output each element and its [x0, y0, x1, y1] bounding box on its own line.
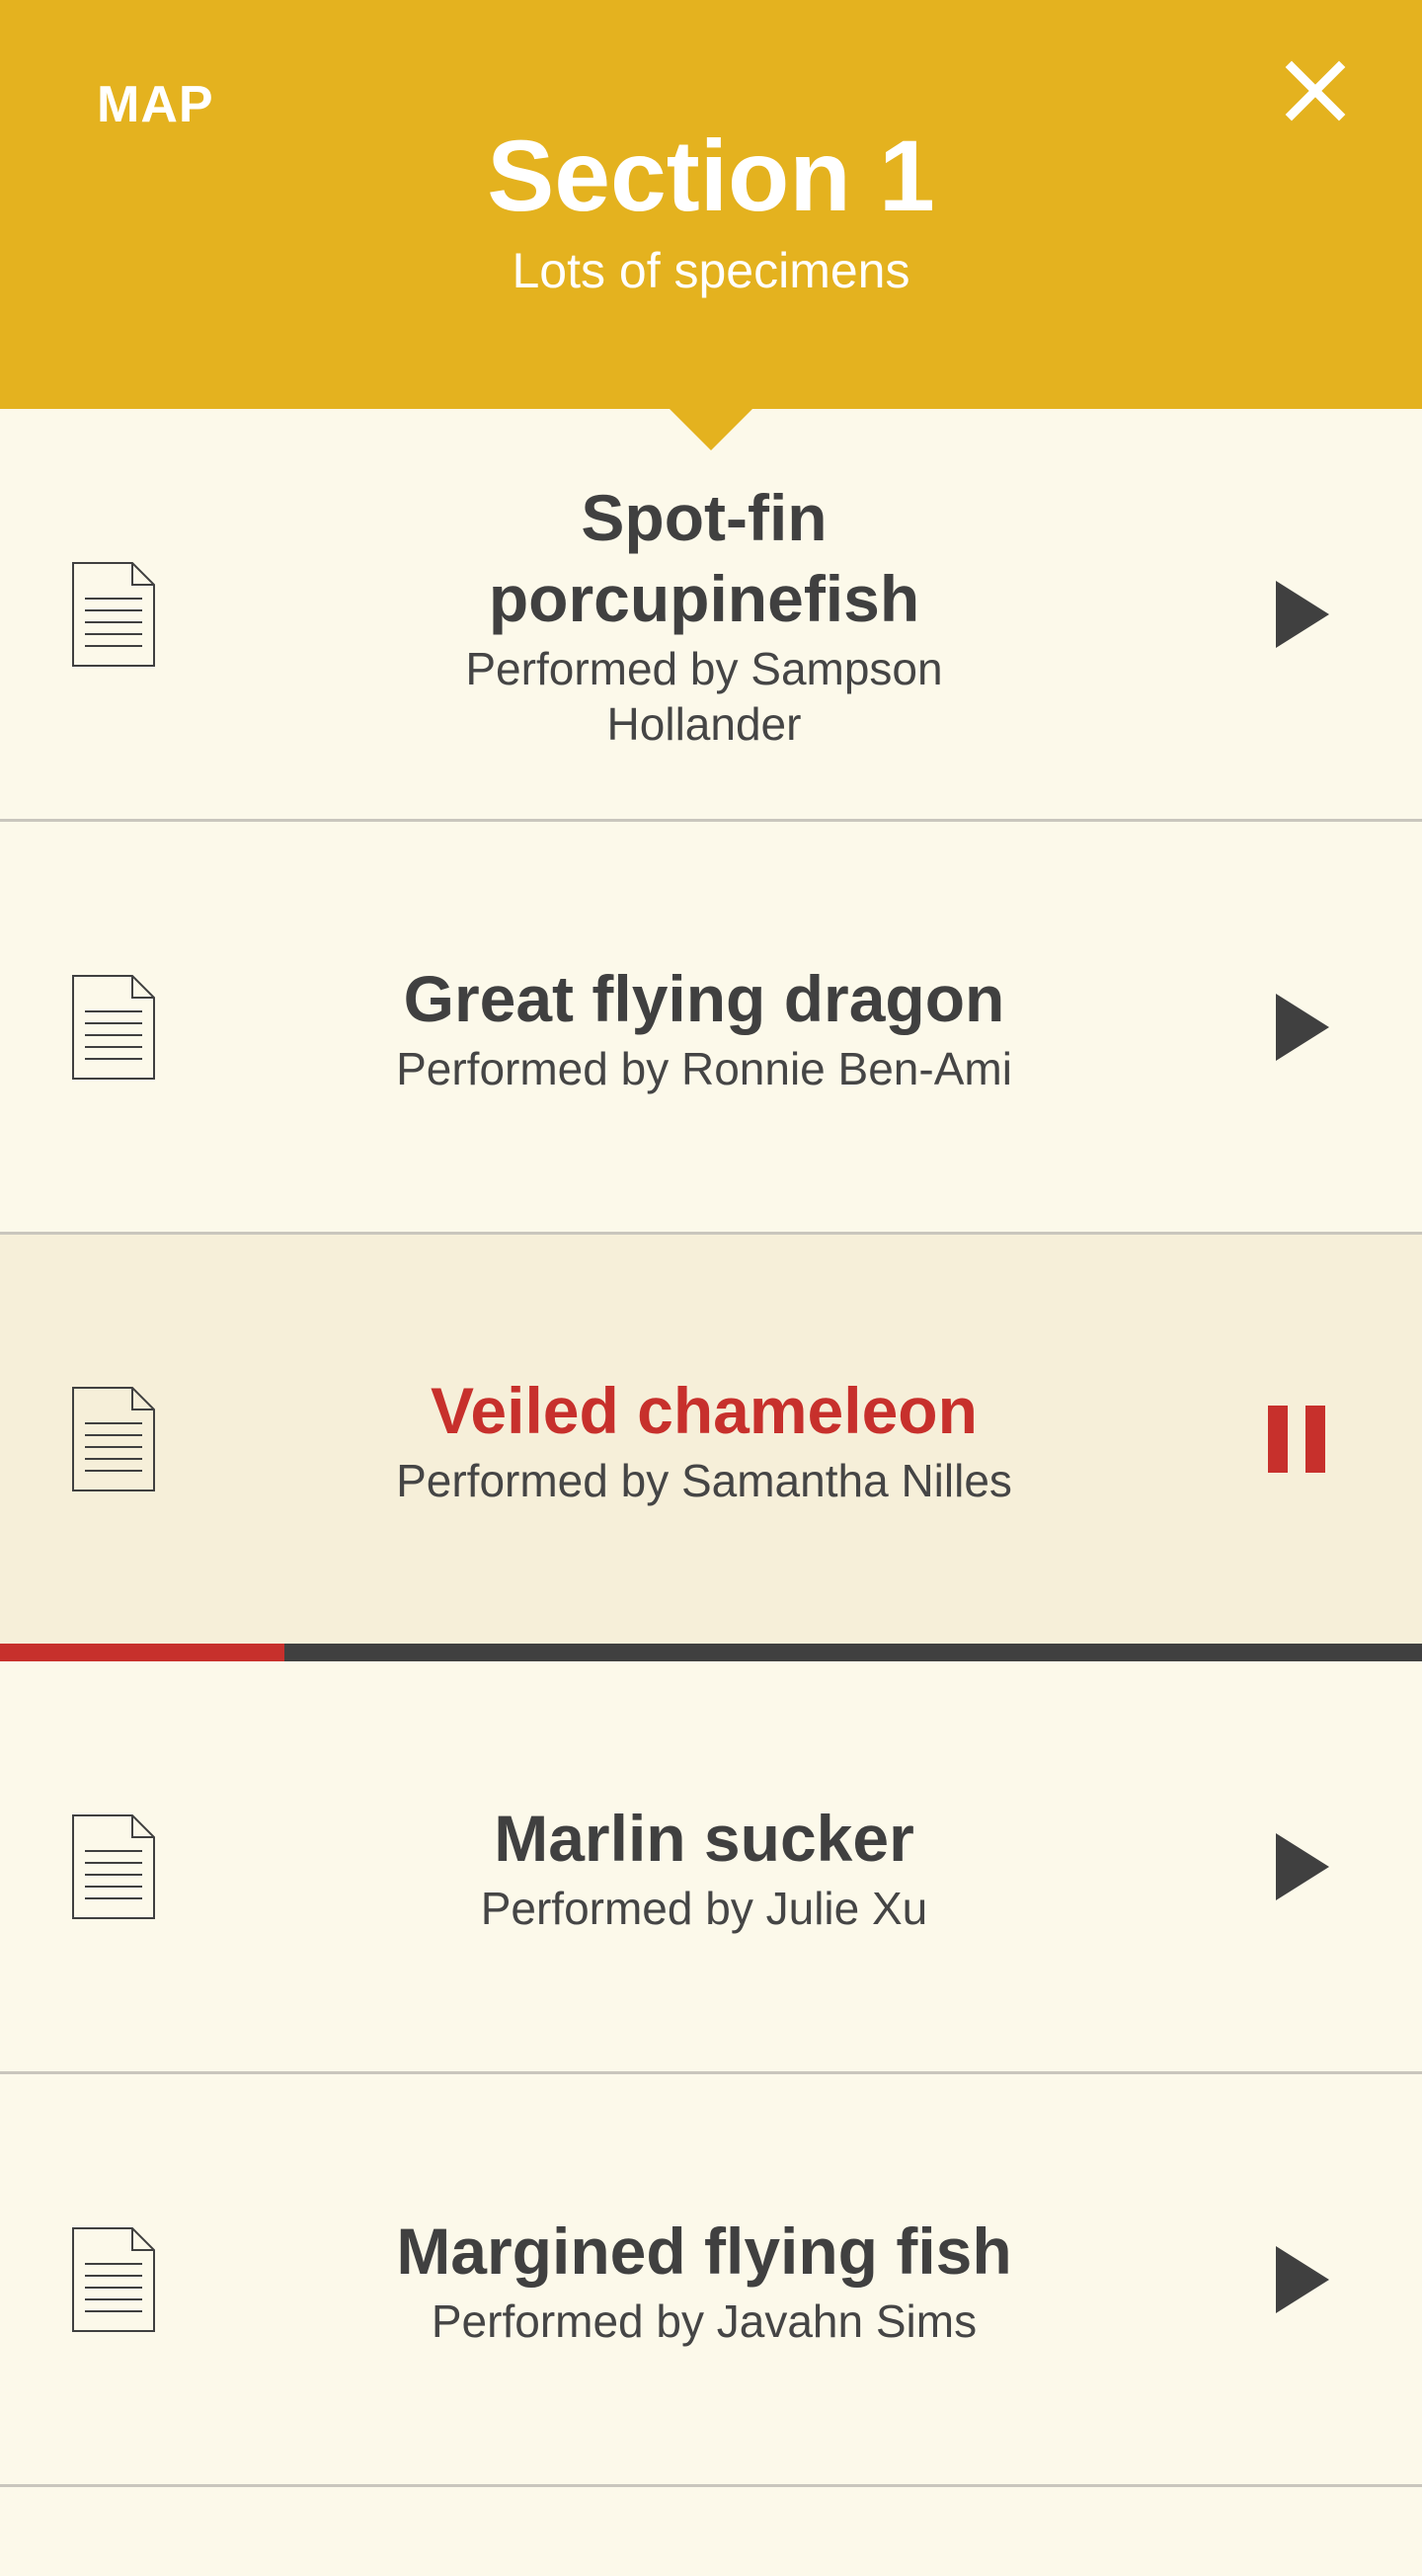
track-info: Veiled chameleon Performed by Samantha N…	[257, 1370, 1151, 1508]
track-performer: Performed by Julie Xu	[480, 1882, 928, 1934]
track-performer: Performed by Ronnie Ben-Ami	[396, 1042, 1012, 1094]
play-icon[interactable]	[1274, 1831, 1331, 1902]
track-title: Marlin sucker	[494, 1801, 914, 1875]
play-icon[interactable]	[1274, 2244, 1331, 2315]
track-performer: Performed by Samantha Nilles	[396, 1455, 1012, 1506]
document-icon[interactable]	[71, 974, 156, 1081]
track-row[interactable]: Spot-fin porcupinefish Performed by Samp…	[0, 409, 1422, 822]
document-icon[interactable]	[71, 2226, 156, 2333]
track-list: Spot-fin porcupinefish Performed by Samp…	[0, 409, 1422, 2487]
track-info: Margined flying fish Performed by Javahn…	[257, 2211, 1151, 2349]
play-icon[interactable]	[1274, 579, 1331, 650]
playback-progress-bar[interactable]	[0, 1644, 1422, 1661]
track-title: Spot-fin porcupinefish	[488, 480, 920, 635]
close-icon[interactable]	[1284, 59, 1347, 122]
track-row-active[interactable]: Veiled chameleon Performed by Samantha N…	[0, 1235, 1422, 1644]
document-icon[interactable]	[71, 561, 156, 668]
document-icon[interactable]	[71, 1813, 156, 1920]
section-header: MAP Section 1 Lots of specimens	[0, 0, 1422, 409]
track-performer: Performed by Javahn Sims	[431, 2294, 978, 2347]
track-info: Marlin sucker Performed by Julie Xu	[257, 1798, 1151, 1936]
pause-icon[interactable]	[1266, 1404, 1327, 1475]
section-subtitle: Lots of specimens	[512, 243, 910, 298]
track-title: Veiled chameleon	[431, 1374, 978, 1447]
track-info: Spot-fin porcupinefish Performed by Samp…	[257, 477, 1151, 752]
play-icon[interactable]	[1274, 992, 1331, 1063]
track-row[interactable]: Margined flying fish Performed by Javahn…	[0, 2074, 1422, 2487]
track-performer: Performed by Sampson Hollander	[465, 642, 943, 750]
playback-progress-fill	[0, 1644, 284, 1661]
section-title: Section 1	[487, 120, 935, 232]
track-title: Great flying dragon	[403, 961, 1005, 1035]
track-info: Great flying dragon Performed by Ronnie …	[257, 958, 1151, 1096]
track-title: Margined flying fish	[396, 2214, 1012, 2288]
track-row[interactable]: Great flying dragon Performed by Ronnie …	[0, 822, 1422, 1235]
track-row[interactable]: Marlin sucker Performed by Julie Xu	[0, 1661, 1422, 2074]
document-icon[interactable]	[71, 1386, 156, 1492]
